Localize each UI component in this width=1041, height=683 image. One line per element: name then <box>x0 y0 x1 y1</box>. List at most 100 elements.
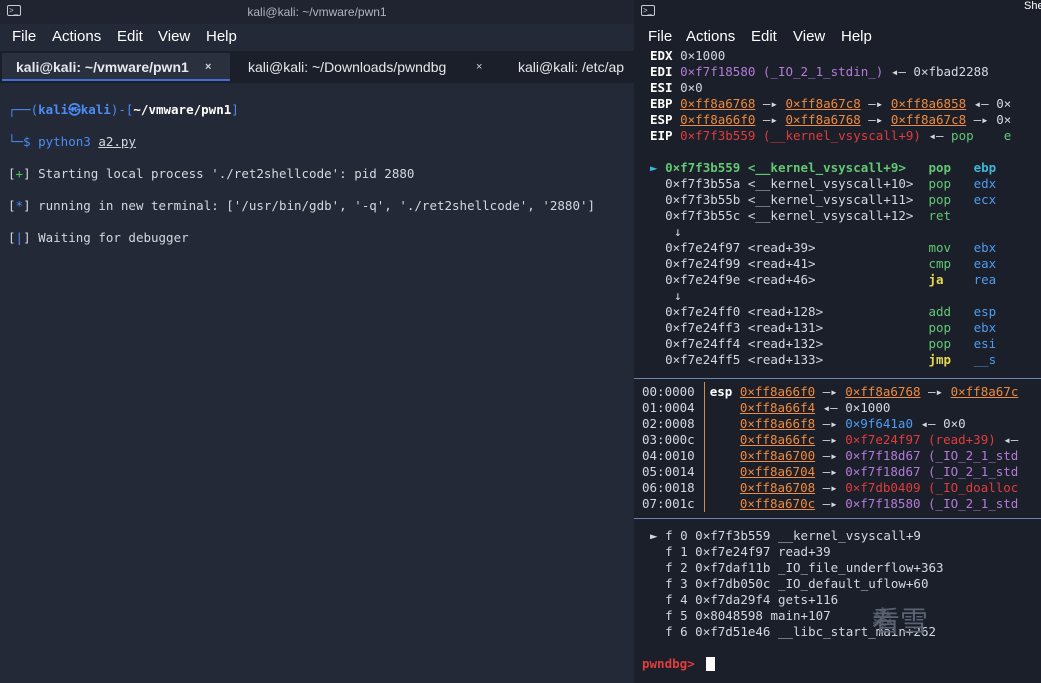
frame-number: f 5 <box>665 608 696 623</box>
disasm-row: 0×f7f3b55b <__kernel_vsyscall+11> pop ec… <box>650 192 996 208</box>
disasm-location: 0×f7e24ff0 <read+128> <box>665 304 929 319</box>
stack-value: ◂— 0×0 <box>912 416 966 431</box>
register-value: —▸ <box>860 112 891 127</box>
register-value: 0×ff8a66f0 <box>680 112 756 127</box>
stack-index: 04:0010 <box>642 448 703 463</box>
prompt-line-2: └─$ python3 a2.py <box>8 134 595 150</box>
status-mark: | <box>15 230 24 245</box>
stack-value: —▸ <box>920 384 951 399</box>
disasm-operand: ecx <box>973 192 997 207</box>
output-line: [*] running in new terminal: ['/usr/bin/… <box>8 198 596 213</box>
menu-actions[interactable]: Actions <box>52 28 101 45</box>
disasm-location: 0×f7e24ff4 <read+132> <box>665 336 929 351</box>
register-value: 0×ff8a67c8 <box>785 96 861 111</box>
prompt-path: ~/vmware/pwn1 <box>133 102 232 117</box>
terminal-output[interactable]: ┌──(kali㉿kali)-[~/vmware/pwn1] └─$ pytho… <box>8 86 595 278</box>
stack-value: 0×f7db0409 (_IO_doalloc <box>845 480 1019 495</box>
frame-symbol: read+39 <box>777 544 831 559</box>
stack-value: ◂— 0×1000 <box>815 400 891 415</box>
section-divider <box>634 518 1041 519</box>
disasm-opcode: jmp <box>928 352 974 367</box>
left-titlebar: >_ kali@kali: ~/vmware/pwn1 <box>0 0 634 24</box>
register-value: 0×ff8a6858 <box>890 96 967 111</box>
disasm-operand: ebx <box>973 320 997 335</box>
menu-view[interactable]: View <box>793 28 825 45</box>
stack-row: 07:001c 0×ff8a670c —▸ 0×f7f18580 (_IO_2_… <box>642 496 1018 512</box>
tab-etc[interactable]: kali@kali: /etc/ap <box>504 53 634 81</box>
stack-index: 01:0004 <box>642 400 703 415</box>
register-value: —▸ <box>860 96 891 111</box>
register-value: ◂— 0×fbad2288 <box>883 64 989 79</box>
frame-address: 0×f7e24f97 <box>695 544 778 559</box>
backtrace-row: f 3 0×f7db050c _IO_default_uflow+60 <box>650 576 928 592</box>
frame-address: 0×f7daf11b <box>695 560 778 575</box>
register-row: EIP 0×f7f3b559 (__kernel_vsyscall+9) ◂— … <box>650 128 1011 144</box>
window-title: kali@kali: ~/vmware/pwn1 <box>247 5 387 19</box>
stack-value: ◂— <box>995 432 1019 447</box>
menu-file[interactable]: File <box>648 28 672 45</box>
menu-edit[interactable]: Edit <box>117 28 143 45</box>
menu-help[interactable]: Help <box>841 28 872 45</box>
tab-pwn1[interactable]: kali@kali: ~/vmware/pwn1 × <box>2 53 230 81</box>
close-icon[interactable]: × <box>205 53 211 79</box>
menu-actions[interactable]: Actions <box>686 28 735 45</box>
disasm-opcode: ja <box>928 272 974 287</box>
tab-bar: kali@kali: ~/vmware/pwn1 × kali@kali: ~/… <box>0 51 634 83</box>
stack-row: 02:0008 0×ff8a66f8 —▸ 0×9f641a0 ◂— 0×0 <box>642 416 966 432</box>
stack-value: —▸ <box>815 448 846 463</box>
backtrace-row: f 4 0×f7da29f4 gets+116 <box>650 592 838 608</box>
stack-register <box>702 416 740 431</box>
menu-edit[interactable]: Edit <box>751 28 777 45</box>
left-terminal-window: >_ kali@kali: ~/vmware/pwn1 File Actions… <box>0 0 634 683</box>
disasm-operand: rea <box>973 272 997 287</box>
menu-file[interactable]: File <box>12 28 36 45</box>
stack-value: —▸ <box>815 416 846 431</box>
stack-value: 0×ff8a6708 <box>739 480 816 495</box>
register-row: EDI 0×f7f18580 (_IO_2_1_stdin_) ◂— 0×fba… <box>650 64 989 80</box>
disasm-location: 0×f7f3b559 <__kernel_vsyscall+9> <box>665 160 929 175</box>
status-mark: + <box>15 166 24 181</box>
stack-index: 00:0000 <box>642 384 703 399</box>
command-arg: a2.py <box>98 134 136 149</box>
frame-symbol: main+107 <box>770 608 831 623</box>
close-icon[interactable]: × <box>476 53 482 81</box>
stack-divider <box>704 382 705 512</box>
disasm-location: 0×f7f3b55a <__kernel_vsyscall+10> <box>665 176 929 191</box>
stack-value: —▸ <box>815 480 846 495</box>
disasm-opcode: pop <box>928 320 974 335</box>
register-name: EBP <box>650 96 681 111</box>
register-name: EDX <box>650 48 681 63</box>
frame-symbol: _IO_default_uflow+60 <box>777 576 929 591</box>
stack-value: —▸ <box>815 384 846 399</box>
gdb-prompt-line[interactable]: pwndbg> <box>642 656 695 672</box>
disasm-opcode: mov <box>928 240 974 255</box>
current-pointer-icon: ► <box>650 160 666 175</box>
backtrace-row: f 1 0×f7e24f97 read+39 <box>650 544 831 560</box>
register-value: 0×0 <box>680 80 703 95</box>
frame-number: f 6 <box>665 624 696 639</box>
frame-symbol: _IO_file_underflow+363 <box>777 560 944 575</box>
frame-number: f 1 <box>665 544 696 559</box>
menu-view[interactable]: View <box>158 28 190 45</box>
tab-pwndbg[interactable]: kali@kali: ~/Downloads/pwndbg × <box>234 53 502 81</box>
stack-row: 06:0018 0×ff8a6708 —▸ 0×f7db0409 (_IO_do… <box>642 480 1018 496</box>
frame-address: 0×f7f3b559 <box>695 528 778 543</box>
stack-index: 07:001c <box>642 496 703 511</box>
disasm-operand: edx <box>973 176 997 191</box>
frame-number: f 3 <box>665 576 696 591</box>
register-value: 0×f7f18580 (_IO_2_1_stdin_) <box>680 64 884 79</box>
register-name: EIP <box>650 128 681 143</box>
stack-value: 0×ff8a6768 <box>845 384 921 399</box>
register-value: —▸ 0× <box>966 112 1012 127</box>
stack-value: 0×9f641a0 <box>845 416 913 431</box>
snowflake-icon: ❄ <box>870 603 896 636</box>
menu-help[interactable]: Help <box>206 28 237 45</box>
disasm-location: 0×f7f3b55c <__kernel_vsyscall+12> <box>665 208 929 223</box>
stack-index: 02:0008 <box>642 416 703 431</box>
